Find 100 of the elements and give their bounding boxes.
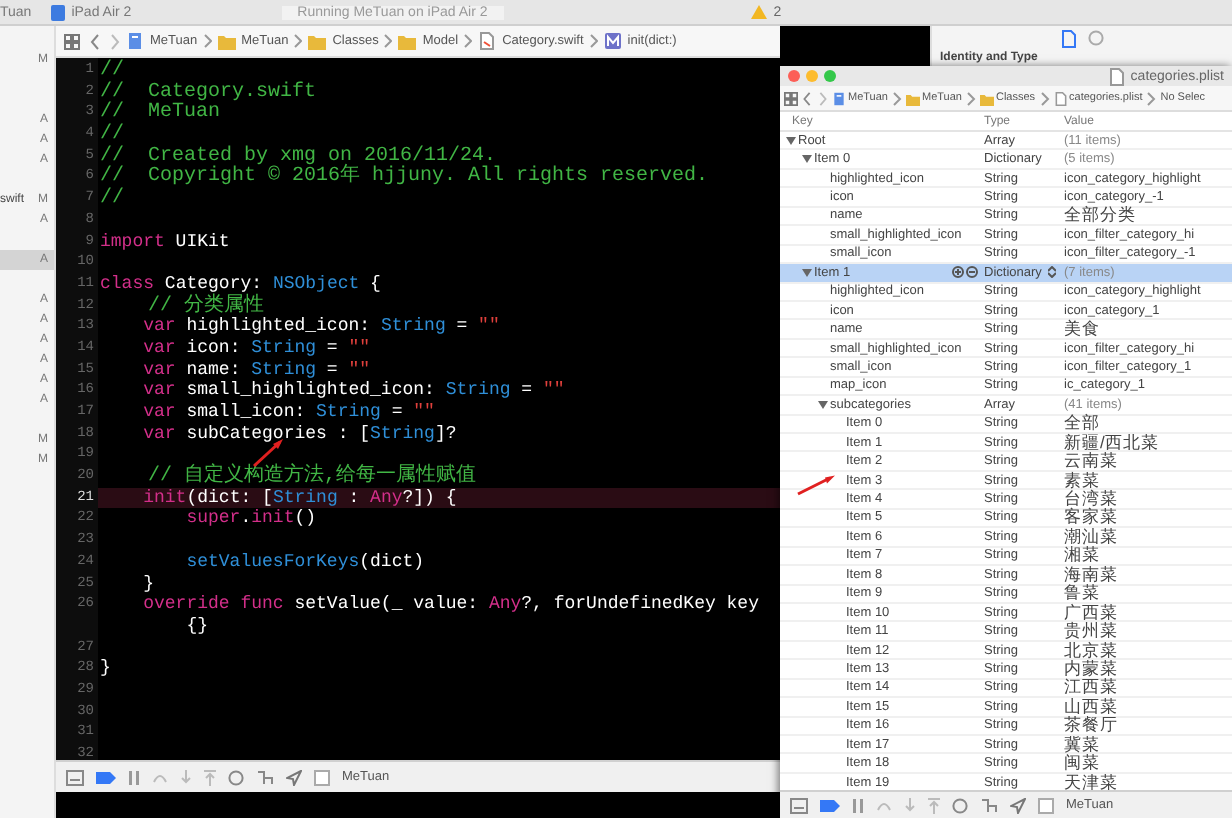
value-cell: 冀菜 [1064,733,1100,754]
step-into-icon[interactable] [180,769,192,785]
step-over-icon[interactable] [152,769,168,785]
value-cell: 全部 [1064,412,1100,433]
value-cell: 山西菜 [1064,695,1118,716]
help-icon[interactable] [1088,30,1104,46]
value-cell: 广西菜 [1064,601,1118,622]
folder-icon [398,32,417,50]
value-cell: 台湾菜 [1064,488,1118,509]
code-line: // [98,60,125,82]
value-cell: 客家菜 [1064,506,1118,527]
chevron-right-icon [384,34,393,48]
value-cell: 贵州菜 [1064,620,1118,641]
forward-icon[interactable] [816,91,830,105]
value-cell: 闽菜 [1064,752,1100,773]
app-icon [1038,797,1054,813]
project-file-icon [126,32,144,50]
value-cell: 海南菜 [1064,563,1118,584]
code-line: import UIKit [98,231,230,253]
view-debugger-icon[interactable] [952,797,968,813]
location-arrow-icon[interactable] [286,769,302,785]
document-icon [478,32,497,50]
value-cell: 云南菜 [1064,450,1118,471]
folder-icon [979,91,994,105]
code-line: var small_highlighted_icon: String = "" [141,380,565,402]
chevron-right-icon [464,34,473,48]
memory-graph-icon[interactable] [256,769,274,785]
code-line: // [98,188,125,210]
step-over-icon[interactable] [876,797,892,813]
add-icon[interactable] [952,266,964,279]
step-out-icon[interactable] [928,797,940,813]
forward-icon[interactable] [110,33,120,49]
disclosure-down-icon[interactable] [802,154,812,165]
annotation-arrow [796,474,836,496]
value-cell: 新疆/西北菜 [1064,431,1159,452]
value-cell: 潮汕菜 [1064,525,1118,546]
panel-toggle-icon[interactable] [66,769,84,785]
chevron-right-icon [889,91,904,105]
breakpoint-icon[interactable] [820,799,840,811]
value-cell: 鲁菜 [1064,582,1100,603]
chevron-right-icon [589,34,598,48]
folder-icon [308,32,327,50]
pause-icon[interactable] [128,769,140,785]
pause-icon[interactable] [852,797,864,813]
stepper-icon[interactable] [1047,266,1056,279]
chevron-right-icon [203,34,212,48]
code-line: } [141,573,155,595]
code-line: class Category: NSObject { [98,273,381,294]
value-cell: 天津菜 [1064,771,1118,790]
code-line: super.init() [184,508,317,531]
code-line: // MeTuan [98,102,221,125]
project-file-icon [832,91,846,105]
disclosure-down-icon[interactable] [786,135,796,146]
code-line: setValuesForKeys(dict) [184,551,425,573]
document-icon [1053,91,1068,105]
value-cell: 全部分类 [1064,204,1136,225]
code-line: // Created by xmg on 2016/11/24. [98,145,497,167]
code-line: // Category.swift [98,81,317,103]
value-cell: 湘菜 [1064,544,1100,565]
close-button[interactable] [788,70,800,82]
folder-icon [217,32,236,50]
app-icon [314,769,330,785]
code-line: // 自定义构造方法,给每一属性赋值 [146,466,477,488]
code-line: // 分类属性 [146,295,265,317]
location-arrow-icon[interactable] [1010,797,1026,813]
folder-icon [905,91,920,105]
step-out-icon[interactable] [204,769,216,785]
chevron-right-icon [1144,91,1159,105]
code-line: var small_icon: String = "" [141,402,435,424]
disclosure-down-icon[interactable] [818,399,828,410]
value-cell: 美食 [1064,318,1100,339]
value-cell: 北京菜 [1064,639,1118,660]
chevron-right-icon [1037,91,1052,105]
breakpoint-icon[interactable] [96,771,116,783]
disclosure-down-icon[interactable] [802,267,812,278]
ipad-icon [49,3,66,21]
code-line: // Copyright © 2016年 hjjuny. All rights reserved. [98,166,709,189]
remove-icon[interactable] [966,266,978,279]
code-line: var name: String = "" [141,359,371,381]
code-line: init(dict: [String : Any?]) { [141,487,457,509]
grid-icon[interactable] [784,91,798,105]
code-line: var highlighted_icon: String = "" [141,316,500,338]
grid-icon[interactable] [64,33,80,49]
value-cell: 内蒙菜 [1064,657,1118,678]
step-into-icon[interactable] [904,797,916,813]
method-icon [603,32,622,50]
code-line: {} [184,615,209,638]
chevron-right-icon [963,91,978,105]
back-icon[interactable] [90,33,100,49]
panel-toggle-icon[interactable] [790,797,808,813]
file-inspector-icon[interactable] [1062,30,1076,48]
back-icon[interactable] [800,91,814,105]
zoom-button[interactable] [824,70,836,82]
code-line: var subCategories : [String]? [141,423,457,445]
value-cell: 素菜 [1064,469,1100,490]
code-line: } [98,658,111,680]
code-line: var icon: String = "" [141,337,371,360]
memory-graph-icon[interactable] [980,797,998,813]
chevron-right-icon [294,34,303,48]
view-debugger-icon[interactable] [228,769,244,785]
